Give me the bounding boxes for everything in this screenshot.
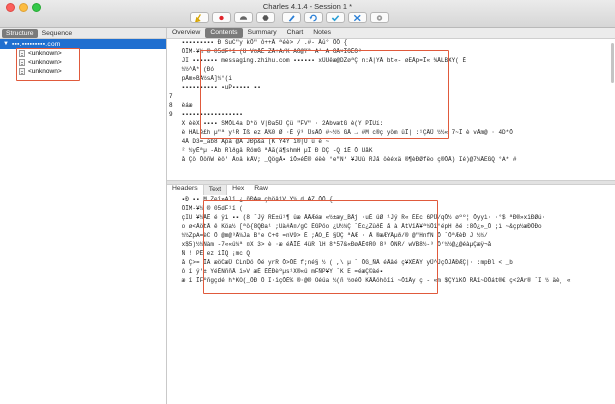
validate-button[interactable] <box>326 12 345 23</box>
toolbar-left <box>190 12 275 24</box>
settings-button[interactable] <box>370 12 389 23</box>
tab-hex[interactable]: Hex <box>227 184 249 194</box>
view-mode-tabs: Structure Sequence <box>0 28 166 39</box>
toolbar-right <box>282 12 389 24</box>
compose-button[interactable] <box>282 12 301 23</box>
window-title: Charles 4.1.4 - Session 1 * <box>262 2 353 11</box>
tab-headers[interactable]: Headers <box>167 184 203 194</box>
tab-contents[interactable]: Contents <box>205 28 243 38</box>
content-row: ▪▪▪▪▪▪▪▪▪ Ð SuC"y kÕ" ô++Å ªéè> / .#- Åû… <box>178 39 348 46</box>
settings-gear-icon <box>376 14 383 21</box>
response-text-view[interactable]: ▪Ð ▪▪ M Zeî»Alî ¿ ñÐAæ çböâiV Y¼ d AZ ÕÖ… <box>167 196 615 311</box>
tab-overview[interactable]: Overview <box>167 28 205 38</box>
annotation-highlight-unknown-items <box>16 48 80 81</box>
host-name: ▪▪▪.▪▪▪▪▪▪▪▪▪.com <box>11 40 61 48</box>
record-button[interactable] <box>212 12 231 23</box>
tab-structure[interactable]: Structure <box>2 28 38 38</box>
tab-text[interactable]: Text <box>202 183 228 195</box>
structure-pane: Structure Sequence ▼ ▪▪▪.▪▪▪▪▪▪▪▪▪.com <… <box>0 28 167 404</box>
vertical-scrollbar[interactable] <box>611 43 614 83</box>
tab-notes[interactable]: Notes <box>308 28 336 38</box>
throttle-icon <box>239 15 248 20</box>
detail-tabs: Overview Contents Summary Chart Notes <box>167 28 615 39</box>
broom-icon <box>195 13 201 22</box>
tools-icon <box>353 14 361 21</box>
tab-chart[interactable]: Chart <box>282 28 309 38</box>
title-bar: Charles 4.1.4 - Session 1 * <box>0 0 615 28</box>
content-row: ² ½yÊªµ -Åb Rlðgä RömG ªÅã(ä¶shmH µÎ Ð D… <box>178 147 373 154</box>
record-icon <box>219 15 224 20</box>
content-row: 4Å D3=_ab8 Âpà @Å JÐp&ä (K Y4Y ï®|Ú ü è … <box>178 138 330 145</box>
validate-check-icon <box>331 14 340 21</box>
tools-button[interactable] <box>348 12 367 23</box>
content-row: å Çö ÕöñW èö' Å¤ä kÄV; _QögÅ▪ îÕ»éË® éëè… <box>178 156 517 163</box>
annotation-highlight-upper-content <box>200 50 449 139</box>
response-view-tabs: Headers Text Hex Raw <box>167 183 273 195</box>
breakpoints-button[interactable] <box>256 12 275 23</box>
disclosure-triangle-icon[interactable]: ▼ <box>3 41 9 47</box>
tab-sequence[interactable]: Sequence <box>38 29 77 38</box>
repeat-icon <box>309 14 317 21</box>
throttle-button[interactable] <box>234 12 253 23</box>
compose-pen-icon <box>288 14 295 22</box>
tab-summary[interactable]: Summary <box>243 28 282 38</box>
breakpoint-icon <box>262 14 269 21</box>
detail-pane: Overview Contents Summary Chart Notes ▪▪… <box>167 28 615 404</box>
tab-raw[interactable]: Raw <box>249 184 273 194</box>
repeat-button[interactable] <box>304 12 323 23</box>
annotation-highlight-lower-content <box>203 200 438 294</box>
request-content-view[interactable]: ▪▪▪▪▪▪▪▪▪ Ð SuC"y kÕ" ô++Å ªéè> / .#- Åû… <box>167 39 615 179</box>
clear-session-button[interactable] <box>190 12 209 23</box>
